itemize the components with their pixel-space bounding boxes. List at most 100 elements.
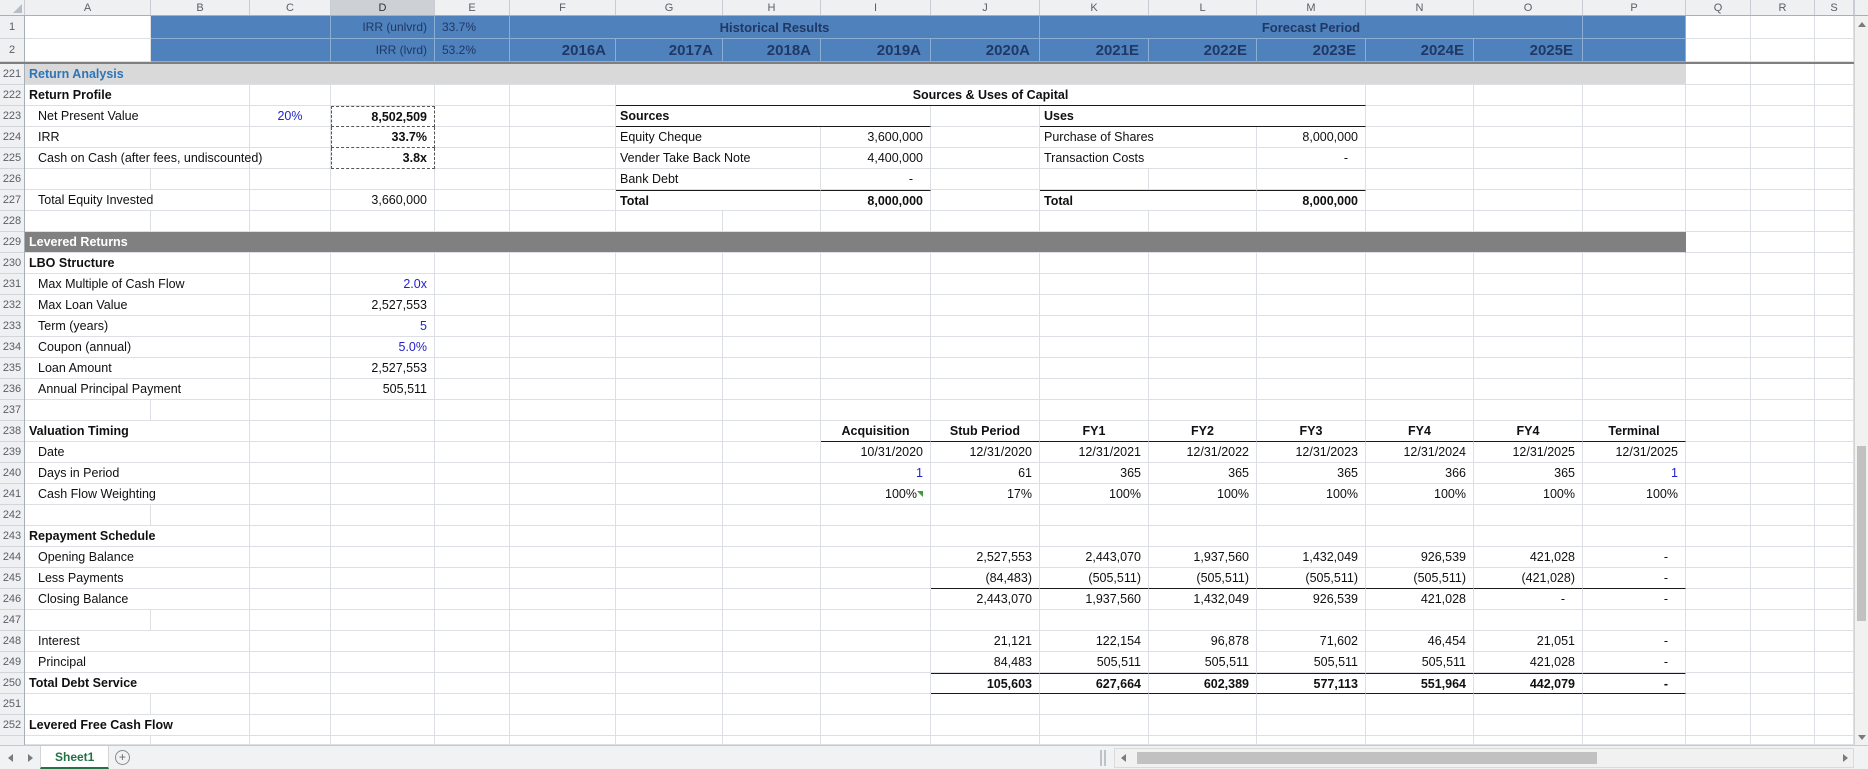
cell-K239[interactable]: 12/31/2021 — [1040, 442, 1149, 463]
cell-R238[interactable] — [1751, 421, 1815, 442]
cell-F240[interactable] — [510, 463, 616, 484]
cell-P1[interactable] — [1583, 16, 1686, 39]
tab-scroll-left-button[interactable] — [0, 746, 20, 769]
cell-H243[interactable] — [723, 526, 821, 547]
cell-O231[interactable] — [1474, 274, 1583, 295]
cell-I247[interactable] — [821, 610, 931, 631]
cell-I252[interactable] — [821, 715, 931, 736]
cell-K231[interactable] — [1040, 274, 1149, 295]
cell-K246[interactable]: 1,937,560 — [1040, 589, 1149, 610]
row-header-230[interactable]: 230 — [0, 253, 24, 274]
cell-E228[interactable] — [435, 211, 510, 232]
cell-O224[interactable] — [1474, 127, 1583, 148]
scroll-left-button[interactable] — [1115, 749, 1131, 767]
column-header-Q[interactable]: Q — [1686, 0, 1751, 15]
cell-C222[interactable] — [250, 85, 331, 106]
cell-H237[interactable] — [723, 400, 821, 421]
cell-O232[interactable] — [1474, 295, 1583, 316]
cell-M249[interactable]: 505,511 — [1257, 652, 1366, 673]
cell-S244[interactable] — [1815, 547, 1854, 568]
cell-I242[interactable] — [821, 505, 931, 526]
row-header-228[interactable]: 228 — [0, 211, 24, 232]
cell-A239[interactable]: Date — [25, 442, 250, 463]
cell-A1[interactable] — [25, 16, 151, 39]
cell-C247[interactable] — [250, 610, 331, 631]
cell-I230[interactable] — [821, 253, 931, 274]
cell-S242[interactable] — [1815, 505, 1854, 526]
cell-K223[interactable]: Uses — [1040, 106, 1366, 127]
cell-R233[interactable] — [1751, 316, 1815, 337]
cell-D236[interactable]: 505,511 — [331, 379, 435, 400]
cell-E236[interactable] — [435, 379, 510, 400]
cell-Q232[interactable] — [1686, 295, 1751, 316]
cell-L251[interactable] — [1149, 694, 1257, 715]
column-header-K[interactable]: K — [1040, 0, 1149, 15]
cell-E235[interactable] — [435, 358, 510, 379]
cell-E2[interactable]: 53.2% — [435, 39, 510, 62]
cell-F226[interactable] — [510, 169, 616, 190]
cell-O248[interactable]: 21,051 — [1474, 631, 1583, 652]
cell-H246[interactable] — [723, 589, 821, 610]
cell-R227[interactable] — [1751, 190, 1815, 211]
column-header-G[interactable]: G — [616, 0, 723, 15]
cell-D243[interactable] — [331, 526, 435, 547]
cell-I236[interactable] — [821, 379, 931, 400]
cell-Q242[interactable] — [1686, 505, 1751, 526]
cell-R223[interactable] — [1751, 106, 1815, 127]
cell-A234[interactable]: Coupon (annual) — [25, 337, 250, 358]
cell-A233[interactable]: Term (years) — [25, 316, 250, 337]
cell-P223[interactable] — [1583, 106, 1686, 127]
cell-Q222[interactable] — [1686, 85, 1751, 106]
cell-E252[interactable] — [435, 715, 510, 736]
cell-R248[interactable] — [1751, 631, 1815, 652]
cell-D246[interactable] — [331, 589, 435, 610]
cell-D1[interactable]: IRR (unlvrd) — [331, 16, 435, 39]
cell-D248[interactable] — [331, 631, 435, 652]
cell-K232[interactable] — [1040, 295, 1149, 316]
cell-F249[interactable] — [510, 652, 616, 673]
cell-N250[interactable]: 551,964 — [1366, 673, 1474, 694]
cell-M243[interactable] — [1257, 526, 1366, 547]
column-header-C[interactable]: C — [250, 0, 331, 15]
cell-E251[interactable] — [435, 694, 510, 715]
cell-S223[interactable] — [1815, 106, 1854, 127]
cell-P222[interactable] — [1583, 85, 1686, 106]
cell-K252[interactable] — [1040, 715, 1149, 736]
cell-J223[interactable] — [931, 106, 1040, 127]
cell-A228[interactable] — [25, 211, 151, 232]
cell-A235[interactable]: Loan Amount — [25, 358, 250, 379]
row-header-240[interactable]: 240 — [0, 463, 24, 484]
cell-R245[interactable] — [1751, 568, 1815, 589]
cell-R249[interactable] — [1751, 652, 1815, 673]
cell-H240[interactable] — [723, 463, 821, 484]
cell-F239[interactable] — [510, 442, 616, 463]
cell-D227[interactable]: 3,660,000 — [331, 190, 435, 211]
cell-G233[interactable] — [616, 316, 723, 337]
cell-C239[interactable] — [250, 442, 331, 463]
cell-O239[interactable]: 12/31/2025 — [1474, 442, 1583, 463]
cell-Q2[interactable] — [1686, 39, 1751, 62]
cell-D234[interactable]: 5.0% — [331, 337, 435, 358]
cell-H236[interactable] — [723, 379, 821, 400]
cell-B[interactable] — [151, 736, 250, 745]
cell-M228[interactable] — [1257, 211, 1366, 232]
cell-I231[interactable] — [821, 274, 931, 295]
cell-G235[interactable] — [616, 358, 723, 379]
cell-G234[interactable] — [616, 337, 723, 358]
cell-E227[interactable] — [435, 190, 510, 211]
cell-H249[interactable] — [723, 652, 821, 673]
cell-A227[interactable]: Total Equity Invested — [25, 190, 250, 211]
cell-Q228[interactable] — [1686, 211, 1751, 232]
cell-I243[interactable] — [821, 526, 931, 547]
column-header-O[interactable]: O — [1474, 0, 1583, 15]
sheet-tab-sheet1[interactable]: Sheet1 — [40, 746, 109, 769]
column-header-E[interactable]: E — [435, 0, 510, 15]
cell-I224[interactable]: 3,600,000 — [821, 127, 931, 148]
cell-G245[interactable] — [616, 568, 723, 589]
cell-C226[interactable] — [250, 169, 331, 190]
cell-K2[interactable]: 2021E — [1040, 39, 1149, 62]
cell-I248[interactable] — [821, 631, 931, 652]
cell-P[interactable] — [1583, 736, 1686, 745]
row-header-241[interactable]: 241 — [0, 484, 24, 505]
cell-O243[interactable] — [1474, 526, 1583, 547]
